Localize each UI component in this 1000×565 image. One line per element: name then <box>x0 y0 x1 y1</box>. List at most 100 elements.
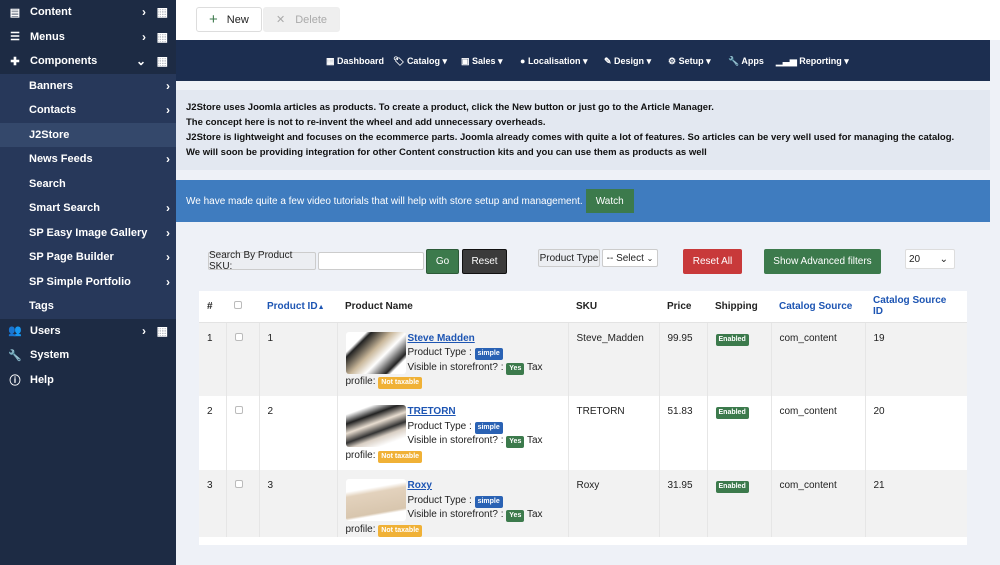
chevron-right-icon: › <box>166 274 170 289</box>
chevron-right-icon: › <box>142 323 146 338</box>
wrench-icon: 🔧 <box>8 349 22 362</box>
dashboard-grid-icon[interactable]: ▦ <box>157 5 168 19</box>
sidebar-item-help[interactable]: ⓘ Help <box>0 368 176 393</box>
reset-button[interactable]: Reset <box>462 249 507 274</box>
watch-button[interactable]: Watch <box>585 189 634 213</box>
sidebar-sub-search[interactable]: Search <box>0 171 176 196</box>
sidebar-sub-news-feeds[interactable]: News Feeds › <box>0 147 176 172</box>
chevron-down-icon: ⌄ <box>135 54 146 69</box>
sort-asc-icon: ▲ <box>317 303 325 311</box>
visible-badge: Yes <box>506 510 525 522</box>
col-catalog-source[interactable]: Catalog Source <box>771 291 865 323</box>
product-thumbnail <box>345 331 406 374</box>
col-number: # <box>199 291 226 323</box>
table-row: 1 1 Steve Madden Product Type : simple Vis… <box>199 322 967 396</box>
sidebar-item-content[interactable]: ▤ Content › ▦ <box>0 0 176 25</box>
chevron-right-icon: › <box>166 250 170 265</box>
sidebar: ▤ Content › ▦ ☰ Menus › ▦ ✚ Components ⌄ ▦ Banner… <box>0 0 176 565</box>
col-product-name: Product Name <box>337 291 568 323</box>
chevron-right-icon: › <box>142 29 146 44</box>
info-panel: J2Store uses Joomla articles as products… <box>176 90 990 170</box>
col-catalog-source-id[interactable]: Catalog Source ID <box>865 291 967 323</box>
nav-reporting[interactable]: ▁▃▅ Reporting ▾ <box>776 56 849 67</box>
price: 31.95 <box>659 470 708 537</box>
row-number: 3 <box>199 470 227 537</box>
dashboard-grid-icon[interactable]: ▦ <box>157 54 168 68</box>
catalog-source: com_content <box>771 470 866 537</box>
row-checkbox[interactable] <box>226 322 260 396</box>
catalog-source-id: 20 <box>873 406 885 417</box>
chevron-right-icon: › <box>166 152 170 167</box>
store-nav: ▦ Dashboard 🏷 Catalog ▾ ▣ Sales ▾ ● Loca… <box>176 40 990 81</box>
chevron-right-icon: › <box>166 201 170 216</box>
col-sku: SKU <box>568 291 659 323</box>
catalog-source: com_content <box>771 322 866 396</box>
col-product-id[interactable]: Product ID▲ <box>259 291 337 323</box>
product-name-cell: TRETORN Product Type : simple Visible in s… <box>337 396 569 470</box>
product-type-badge: simple <box>474 495 503 508</box>
users-icon: 👥 <box>8 325 22 338</box>
sidebar-item-users[interactable]: 👥 Users › ▦ <box>0 319 176 344</box>
sidebar-sub-j2store[interactable]: J2Store <box>0 122 176 147</box>
nav-catalog[interactable]: 🏷 Catalog ▾ <box>393 56 447 67</box>
catalog-source-id: 19 <box>873 332 885 344</box>
product-thumbnail <box>345 479 406 521</box>
product-type-select[interactable]: -- Select ⌄ <box>602 249 658 267</box>
tutorial-banner: We have made quite a few video tutorials… <box>176 180 990 222</box>
nav-localisation[interactable]: ● Localisation ▾ <box>520 56 587 67</box>
tax-badge: Not taxable <box>378 450 423 463</box>
nav-design[interactable]: ✎ Design ▾ <box>604 56 651 67</box>
sku: Roxy <box>568 470 660 537</box>
advanced-filters-button[interactable]: Show Advanced filters <box>764 249 881 274</box>
dashboard-grid-icon[interactable]: ▦ <box>157 30 168 44</box>
row-checkbox[interactable] <box>226 470 260 537</box>
go-button[interactable]: Go <box>426 249 459 274</box>
catalog-source-id: 21 <box>873 480 885 491</box>
limit-select[interactable]: 20 ⌄ <box>905 249 955 269</box>
sidebar-sub-banners[interactable]: Banners › <box>0 73 176 98</box>
sku-search-input[interactable] <box>318 252 424 270</box>
sku-label: Search By Product SKU: <box>208 250 316 272</box>
chevron-right-icon: › <box>166 225 170 240</box>
sidebar-sub-sp-easy-image-gallery[interactable]: SP Easy Image Gallery › <box>0 220 176 245</box>
chevron-down-icon: ⌄ <box>939 253 948 265</box>
product-id: 3 <box>259 470 338 537</box>
nav-apps[interactable]: 🔧 Apps <box>728 56 764 67</box>
sidebar-sub-contacts[interactable]: Contacts › <box>0 98 176 123</box>
new-button[interactable]: + New <box>196 7 262 32</box>
sidebar-item-system[interactable]: 🔧 System <box>0 343 176 368</box>
product-name-link[interactable]: TRETORN <box>408 406 456 417</box>
product-name-link[interactable]: Steve Madden <box>408 333 475 344</box>
chevron-right-icon: › <box>166 103 170 118</box>
sidebar-item-menus[interactable]: ☰ Menus › ▦ <box>0 25 176 50</box>
close-icon: ✕ <box>276 14 286 26</box>
product-name-link[interactable]: Roxy <box>408 480 432 491</box>
nav-dashboard[interactable]: ▦ Dashboard <box>326 56 384 67</box>
nav-sales[interactable]: ▣ Sales ▾ <box>461 56 503 67</box>
chevron-down-icon: ⌄ <box>646 253 654 263</box>
dashboard-grid-icon[interactable]: ▦ <box>157 324 168 338</box>
info-icon: ⓘ <box>9 374 21 387</box>
product-name-cell: Steve Madden Product Type : simple Visible… <box>337 322 569 396</box>
table-row: 2 2 TRETORN Product Type : simple Visible … <box>199 396 967 470</box>
sidebar-sub-tags[interactable]: Tags <box>0 294 176 319</box>
product-type-label: Product Type <box>538 249 600 267</box>
reset-all-button[interactable]: Reset All <box>683 249 742 274</box>
list-icon: ☰ <box>10 31 20 44</box>
select-all-checkbox[interactable] <box>226 291 259 323</box>
shipping-badge: Enabled <box>715 407 749 419</box>
tax-badge: Not taxable <box>378 377 423 389</box>
plus-icon: + <box>209 11 218 28</box>
sku: Steve_Madden <box>568 322 660 396</box>
chevron-right-icon: › <box>166 78 170 93</box>
nav-setup[interactable]: ⚙ Setup ▾ <box>668 56 711 67</box>
sidebar-sub-sp-simple-portfolio[interactable]: SP Simple Portfolio › <box>0 269 176 294</box>
sidebar-sub-smart-search[interactable]: Smart Search › <box>0 196 176 221</box>
row-checkbox[interactable] <box>226 396 260 470</box>
visible-badge: Yes <box>506 436 525 448</box>
delete-button[interactable]: ✕ Delete <box>263 7 341 32</box>
table-row: 3 3 Roxy Product Type : simple Visible in … <box>199 470 967 537</box>
col-price: Price <box>659 291 707 323</box>
sidebar-sub-sp-page-builder[interactable]: SP Page Builder › <box>0 245 176 270</box>
sidebar-item-components[interactable]: ✚ Components ⌄ ▦ <box>0 49 176 74</box>
